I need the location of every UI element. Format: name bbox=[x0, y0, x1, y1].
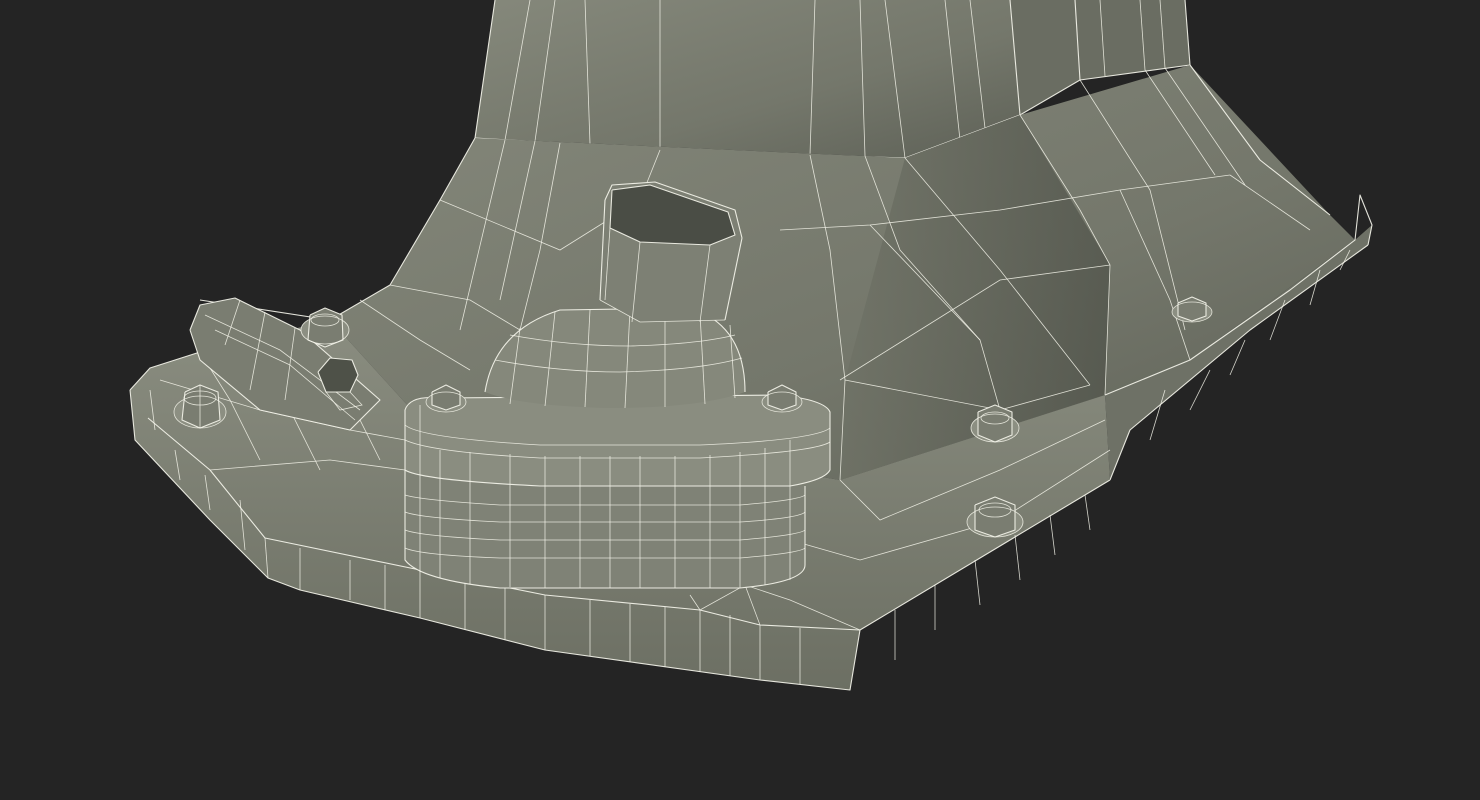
render-viewport bbox=[0, 0, 1480, 800]
cylinder-boss bbox=[404, 394, 831, 589]
wireframe-mesh-render bbox=[129, 0, 1373, 691]
